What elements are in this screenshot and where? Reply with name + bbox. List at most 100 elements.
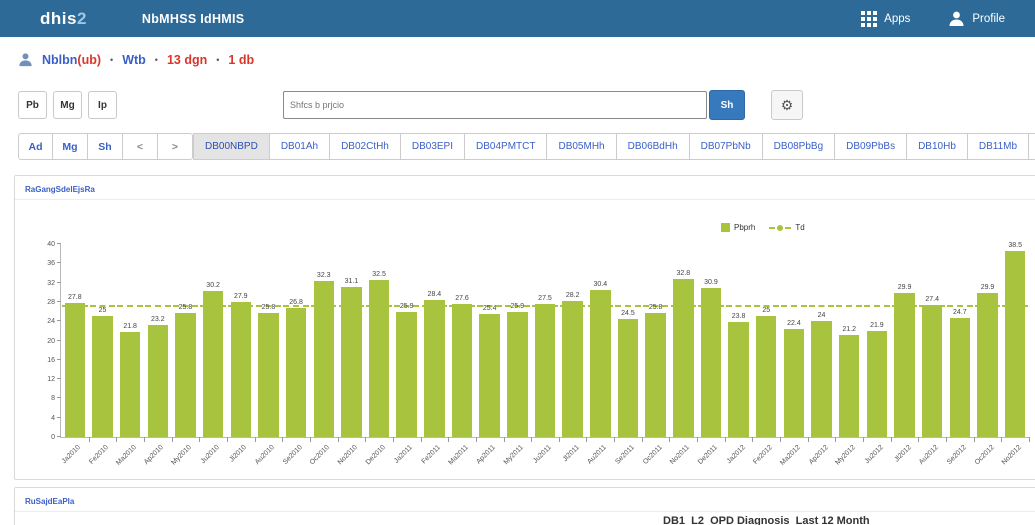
data-bar[interactable]	[452, 304, 472, 437]
dhis2-logo[interactable]: dhis2	[40, 9, 87, 29]
profile-label: Profile	[972, 13, 1005, 25]
data-bar[interactable]	[231, 302, 251, 437]
bar-slot: 30.9	[697, 244, 725, 437]
panel1-links[interactable]: RaGangSdelEjsRa	[25, 185, 95, 194]
data-bar[interactable]	[590, 290, 610, 437]
x-axis-label: Se2010	[282, 444, 304, 466]
alert-item[interactable]: 1 db	[228, 53, 254, 67]
tab-action-sh[interactable]: Sh	[88, 133, 123, 160]
data-bar[interactable]	[369, 280, 389, 437]
data-bar[interactable]	[341, 287, 361, 437]
bar-slot: 29.9	[974, 244, 1002, 437]
data-bar[interactable]	[839, 335, 859, 437]
alert-days[interactable]: 13 dgn	[167, 53, 207, 67]
dashboard-tab-db10hb[interactable]: DB10Hb	[907, 133, 968, 160]
dashboard-tab-db09pbbs[interactable]: DB09PbBs	[835, 133, 907, 160]
dashboard-tab-db06bdhh[interactable]: DB06BdHh	[617, 133, 690, 160]
profile-menu[interactable]: Profile	[948, 10, 1005, 27]
separator-dot: •	[155, 55, 158, 65]
x-axis-label: Au2012	[918, 444, 940, 466]
data-bar[interactable]	[65, 303, 85, 437]
y-axis-label: 16	[29, 357, 55, 364]
data-bar[interactable]	[1005, 251, 1025, 437]
target-dash	[836, 305, 861, 307]
dashboard-tab-db04pmtct[interactable]: DB04PMTCT	[465, 133, 547, 160]
x-axis-label: Ma2010	[115, 444, 138, 467]
data-bar[interactable]	[562, 301, 582, 437]
user-name-link[interactable]: Nblbn(ub)	[42, 53, 101, 67]
data-bar[interactable]	[950, 318, 970, 437]
data-bar[interactable]	[175, 313, 195, 437]
data-bar[interactable]	[203, 291, 223, 437]
search-button[interactable]: Sh	[709, 90, 745, 120]
x-axis-label: Ma2012	[779, 444, 802, 467]
next-tabs-button[interactable]: >	[158, 133, 193, 160]
data-bar[interactable]	[922, 305, 942, 437]
dashboard-tab-db03epi[interactable]: DB03EPI	[401, 133, 465, 160]
context-link[interactable]: Wtb	[122, 53, 146, 67]
data-bar[interactable]	[728, 322, 748, 437]
data-bar[interactable]	[784, 329, 804, 437]
x-axis-label: Ja2011	[394, 444, 415, 465]
bar-slot: 25	[89, 244, 117, 437]
settings-button[interactable]: ⚙	[771, 90, 803, 120]
data-bar[interactable]	[756, 316, 776, 437]
data-bar[interactable]	[120, 332, 140, 437]
chart-panel-2: RuSajdEaPla DB1_L2_OPD Diagnosis_Last 12…	[14, 487, 1035, 525]
bar-slot: 25.8	[255, 244, 283, 437]
dashboard-tab-db08pbbg[interactable]: DB08PbBg	[763, 133, 835, 160]
prev-tabs-button[interactable]: <	[123, 133, 158, 160]
toolbar-button-ip[interactable]: Ip	[88, 91, 117, 119]
data-bar[interactable]	[479, 314, 499, 437]
data-bar[interactable]	[92, 316, 112, 437]
x-axis-tick	[1029, 437, 1030, 442]
data-bar[interactable]	[645, 313, 665, 437]
x-axis-label: Fe2011	[421, 444, 442, 465]
dashboard-tab-db01ah[interactable]: DB01Ah	[270, 133, 330, 160]
y-axis-label: 28	[29, 299, 55, 306]
data-bar[interactable]	[507, 312, 527, 437]
legend-item-bars[interactable]: Pbprh	[721, 223, 755, 232]
plot-area: 048121620242832364027.82521.823.225.830.…	[60, 244, 1029, 438]
toolbar-button-mg[interactable]: Mg	[53, 91, 82, 119]
data-bar[interactable]	[701, 288, 721, 437]
data-bar[interactable]	[286, 308, 306, 437]
bar-slot: 28.4	[421, 244, 449, 437]
bar-slot: 23.2	[144, 244, 172, 437]
instance-title: NbMHSS IdHMIS	[142, 12, 245, 26]
dashboard-tab-db07pbnb[interactable]: DB07PbNb	[690, 133, 763, 160]
data-bar[interactable]	[396, 312, 416, 437]
data-bar[interactable]	[424, 300, 444, 437]
data-bar[interactable]	[811, 321, 831, 437]
dashboard-tab-d[interactable]: D	[1029, 133, 1035, 160]
toolbar-button-pb[interactable]: Pb	[18, 91, 47, 119]
user-suffix: (ub)	[77, 53, 101, 67]
tab-action-mg[interactable]: Mg	[53, 133, 88, 160]
data-bar[interactable]	[867, 331, 887, 437]
apps-menu[interactable]: Apps	[861, 11, 910, 27]
dashboard-tabs: DB00NBPDDB01AhDB02CtHhDB03EPIDB04PMTCTDB…	[193, 133, 1035, 160]
panel2-links[interactable]: RuSajdEaPla	[25, 497, 74, 506]
data-bar[interactable]	[535, 304, 555, 437]
legend-item-target[interactable]: Td	[769, 223, 804, 232]
dashboard-tab-db00nbpd[interactable]: DB00NBPD	[193, 133, 270, 160]
data-bar[interactable]	[894, 293, 914, 437]
data-bar[interactable]	[618, 319, 638, 437]
data-bar[interactable]	[673, 279, 693, 437]
target-dash	[339, 305, 364, 307]
user-name: Nblbn	[42, 53, 77, 67]
data-bar[interactable]	[258, 313, 278, 437]
dashboard-tab-db02cthh[interactable]: DB02CtHh	[330, 133, 401, 160]
search-input[interactable]	[283, 91, 707, 119]
data-bar[interactable]	[977, 293, 997, 437]
dashboard-tab-db05mhh[interactable]: DB05MHh	[547, 133, 616, 160]
bar-slot: 32.8	[669, 244, 697, 437]
x-axis-label: My2012	[835, 444, 858, 467]
dashboard-tab-db11mb[interactable]: DB11Mb	[968, 133, 1029, 160]
x-axis-label: Ju2012	[864, 444, 885, 465]
data-bar[interactable]	[148, 325, 168, 437]
separator-dot: •	[110, 55, 113, 65]
bar-slot: 29.9	[891, 244, 919, 437]
tab-action-ad[interactable]: Ad	[18, 133, 53, 160]
bar-slot: 25.8	[172, 244, 200, 437]
